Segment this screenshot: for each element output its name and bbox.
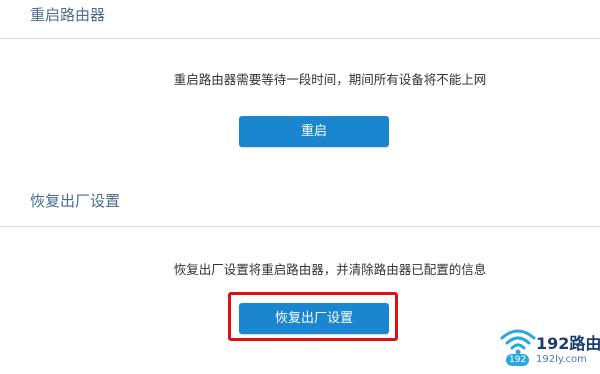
watermark-site: 192ly.com [536,354,587,365]
factory-reset-button[interactable]: 恢复出厂设置 [239,303,389,334]
reboot-description: 重启路由器需要等待一段时间，期间所有设备将不能上网 [173,72,487,87]
reboot-button[interactable]: 重启 [239,116,389,147]
wifi-icon [500,329,536,355]
factory-reset-section-divider [0,226,600,227]
reboot-section-divider [0,38,600,39]
reboot-section-title: 重启路由器 [30,6,106,24]
site-watermark: 192路由网 192 192ly.com [496,322,600,374]
router-settings-page: 重启路由器 重启路由器需要等待一段时间，期间所有设备将不能上网 重启 恢复出厂设… [0,0,600,374]
watermark-badge: 192 [506,354,530,366]
factory-reset-section-title: 恢复出厂设置 [30,192,121,210]
watermark-brand: 192路由网 [536,334,600,353]
factory-reset-description: 恢复出厂设置将重启路由器，并清除路由器已配置的信息 [173,262,487,277]
